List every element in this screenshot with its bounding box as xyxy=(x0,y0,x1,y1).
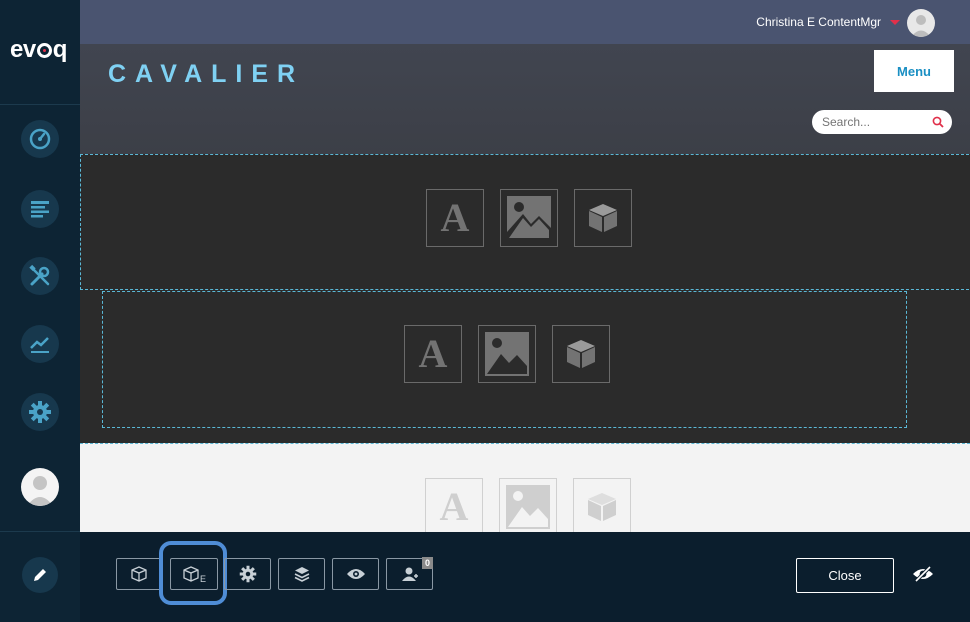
username[interactable]: Christina E ContentMgr xyxy=(756,15,881,29)
sidebar-divider xyxy=(0,531,80,532)
analytics-chart-icon xyxy=(30,337,49,353)
add-module-group: A xyxy=(426,189,632,247)
gear-icon xyxy=(239,565,256,583)
close-button[interactable]: Close xyxy=(796,558,894,593)
user-silhouette-icon xyxy=(911,15,931,37)
edit-mode-button[interactable] xyxy=(22,557,58,593)
add-module-group: A xyxy=(404,325,610,383)
site-header: CAVALIER Menu xyxy=(80,44,970,154)
content-pane-middle[interactable]: A xyxy=(102,291,907,428)
add-module-group: A xyxy=(425,478,631,532)
existing-indicator: E xyxy=(199,574,206,584)
top-user-avatar[interactable] xyxy=(907,9,935,37)
user-silhouette-icon xyxy=(27,476,53,506)
page-settings-button[interactable] xyxy=(224,558,271,590)
pencil-icon xyxy=(34,569,46,581)
preview-button[interactable] xyxy=(332,558,379,590)
add-image-module[interactable] xyxy=(500,189,558,247)
add-custom-module[interactable] xyxy=(573,478,631,532)
dashboard-gauge-icon xyxy=(29,128,51,150)
content-pane-top[interactable]: A xyxy=(80,154,969,290)
site-brand[interactable]: CAVALIER xyxy=(108,60,304,89)
user-menu-caret-icon[interactable] xyxy=(890,20,900,25)
add-text-module[interactable]: A xyxy=(404,325,462,383)
sidebar-tools-button[interactable] xyxy=(21,257,59,295)
logo-text: ev q xyxy=(10,36,67,63)
sidebar-analytics-button[interactable] xyxy=(21,325,59,363)
content-pane-bottom[interactable]: A xyxy=(80,443,970,532)
page-permissions-button[interactable]: 0 xyxy=(386,557,433,590)
eye-icon xyxy=(346,569,365,579)
module-cube-icon xyxy=(588,493,616,521)
settings-gear-icon xyxy=(29,401,51,423)
permissions-badge: 0 xyxy=(421,557,433,569)
image-module-icon xyxy=(506,485,550,529)
search-input[interactable] xyxy=(822,114,922,130)
sidebar: ev q xyxy=(0,0,80,622)
add-custom-module[interactable] xyxy=(552,325,610,383)
search-icon[interactable] xyxy=(932,116,944,128)
page-layers-button[interactable] xyxy=(278,558,325,590)
tools-icon xyxy=(29,264,50,286)
add-image-module[interactable] xyxy=(478,325,536,383)
sidebar-dashboard-button[interactable] xyxy=(21,120,59,158)
add-text-module[interactable]: A xyxy=(426,189,484,247)
add-module-button[interactable] xyxy=(116,558,162,590)
module-cube-outline-icon xyxy=(183,566,199,582)
user-avatar[interactable] xyxy=(21,468,59,506)
text-module-icon: A xyxy=(418,331,448,376)
user-bar: Christina E ContentMgr xyxy=(80,0,970,44)
text-module-icon: A xyxy=(439,484,469,529)
module-cube-icon xyxy=(589,204,617,232)
add-image-module[interactable] xyxy=(499,478,557,532)
evoq-logo[interactable]: ev q xyxy=(0,0,80,105)
menu-button[interactable]: Menu xyxy=(874,50,954,92)
module-cube-icon xyxy=(567,340,595,368)
image-module-icon xyxy=(507,196,551,240)
logo-o-icon xyxy=(36,43,52,58)
content-list-icon xyxy=(31,201,49,218)
page-canvas: Christina E ContentMgr CAVALIER Menu A A xyxy=(80,0,970,532)
image-module-icon xyxy=(485,332,529,376)
edit-toolbar: E 0 Close xyxy=(80,532,970,622)
search-box[interactable] xyxy=(812,110,952,134)
add-text-module[interactable]: A xyxy=(425,478,483,532)
layers-icon xyxy=(294,567,309,582)
hide-toolbar-eye-off-icon[interactable] xyxy=(912,565,934,583)
add-existing-module-button[interactable]: E xyxy=(170,558,218,590)
text-module-icon: A xyxy=(440,195,470,240)
module-cube-outline-icon xyxy=(131,566,147,582)
add-user-icon xyxy=(401,567,418,581)
sidebar-settings-button[interactable] xyxy=(21,393,59,431)
add-custom-module[interactable] xyxy=(574,189,632,247)
sidebar-content-button[interactable] xyxy=(21,190,59,228)
